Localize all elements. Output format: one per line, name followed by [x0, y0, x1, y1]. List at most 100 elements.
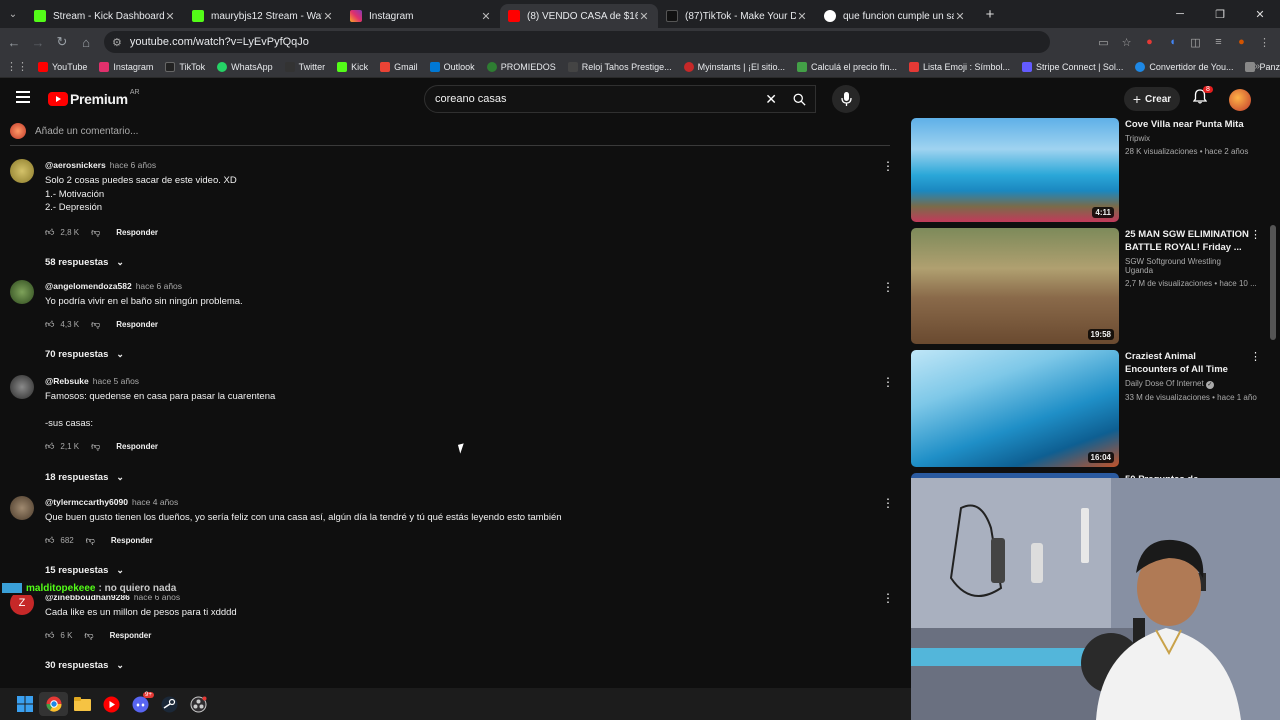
profile-icon[interactable]: ● [1230, 36, 1253, 48]
forward-icon[interactable]: → [26, 35, 50, 50]
bookmark-youtube[interactable]: YouTube [38, 61, 87, 72]
extension-blue-icon[interactable]: ◖ [1161, 36, 1184, 48]
bookmark-promiedos[interactable]: PROMIEDOS [486, 61, 556, 72]
comment-time[interactable]: hace 6 años [136, 281, 182, 291]
like-icon[interactable]: 👍︎ [45, 227, 54, 238]
reply-button[interactable]: Responder [116, 228, 158, 237]
obs-icon[interactable] [184, 692, 213, 716]
cast-icon[interactable]: ▭ [1092, 36, 1115, 49]
bookmark-myinstants[interactable]: Myinstants | ¡El sitio... [683, 61, 785, 72]
video-thumbnail[interactable]: 4:11 [911, 118, 1119, 222]
tab-kick-stream[interactable]: maurybjs12 Stream - Watch Liv✕ [184, 4, 342, 28]
video-title[interactable]: Cove Villa near Punta Mita [1125, 118, 1250, 131]
video-channel[interactable]: SGW Softground Wrestling Uganda [1125, 257, 1250, 275]
close-tab-icon[interactable]: ✕ [954, 10, 966, 23]
clear-search-icon[interactable]: ✕ [765, 91, 777, 108]
like-icon[interactable]: 👍︎ [45, 319, 54, 330]
bookmark-panzoid[interactable]: Panzoid [1245, 61, 1280, 72]
close-tab-icon[interactable]: ✕ [796, 10, 808, 23]
close-window-icon[interactable]: ✕ [1240, 8, 1280, 21]
add-comment-row[interactable]: Añade un comentario... [10, 123, 890, 146]
home-icon[interactable]: ⌂ [74, 35, 98, 50]
tab-kick-dashboard[interactable]: Stream - Kick Dashboard ✕ [26, 4, 184, 28]
minimize-icon[interactable]: ─ [1160, 8, 1200, 20]
windows-start-icon[interactable] [10, 692, 39, 716]
account-avatar[interactable] [1229, 89, 1251, 111]
address-bar[interactable]: ⚙ youtube.com/watch?v=LyEvPyfQqJo [104, 31, 1050, 53]
dislike-icon[interactable]: 👎︎ [91, 319, 100, 330]
comment-time[interactable]: hace 6 años [110, 160, 156, 170]
bookmark-reloj[interactable]: Reloj Tahos Prestige... [567, 61, 672, 72]
comment-time[interactable]: hace 4 años [132, 497, 178, 507]
dislike-icon[interactable]: 👎︎ [91, 227, 100, 238]
comment-menu-icon[interactable]: ⋮ [882, 496, 894, 510]
reply-button[interactable]: Responder [111, 536, 153, 545]
tab-instagram[interactable]: Instagram ✕ [342, 4, 500, 28]
restore-icon[interactable]: ❐ [1200, 8, 1240, 21]
reply-button[interactable]: Responder [110, 631, 152, 640]
comment-author[interactable]: @aerosnickers [45, 160, 106, 170]
bookmark-instagram[interactable]: Instagram [99, 61, 153, 72]
search-input[interactable]: coreano casas [435, 93, 507, 105]
chrome-taskbar-icon[interactable] [39, 692, 68, 716]
extension-red-icon[interactable]: ● [1138, 36, 1161, 48]
video-menu-icon[interactable]: ⋮ [1250, 228, 1261, 241]
dislike-icon[interactable]: 👎︎ [86, 535, 95, 546]
dislike-icon[interactable]: 👎︎ [84, 630, 93, 641]
bookmarks-overflow-icon[interactable]: » [1254, 61, 1260, 72]
like-icon[interactable]: 👍︎ [45, 441, 54, 452]
media-controls-icon[interactable]: ≡ [1207, 36, 1230, 48]
bookmark-stripe[interactable]: Stripe Connect | Sol... [1022, 61, 1123, 72]
comment-author[interactable]: @angelomendoza582 [45, 281, 132, 291]
chrome-menu-icon[interactable]: ⋮ [1253, 36, 1276, 49]
comment-menu-icon[interactable]: ⋮ [882, 280, 894, 294]
commenter-avatar[interactable] [10, 280, 34, 304]
scrollbar[interactable] [1270, 225, 1276, 340]
reply-button[interactable]: Responder [116, 442, 158, 451]
comment-menu-icon[interactable]: ⋮ [882, 159, 894, 173]
bookmark-calcula[interactable]: Calculá el precio fin... [796, 61, 897, 72]
tab-search-icon[interactable]: ⌄ [0, 0, 26, 28]
video-title[interactable]: 25 MAN SGW ELIMINATION BATTLE ROYAL! Fri… [1125, 228, 1250, 254]
steam-icon[interactable] [155, 692, 184, 716]
close-tab-icon[interactable]: ✕ [480, 10, 492, 23]
youtube-taskbar-icon[interactable] [97, 692, 126, 716]
search-button[interactable] [783, 86, 815, 112]
search-box[interactable]: coreano casas ✕ [424, 85, 816, 113]
site-info-icon[interactable]: ⚙ [112, 36, 122, 49]
tab-tiktok[interactable]: (87)TikTok - Make Your Day ✕ [658, 4, 816, 28]
video-channel[interactable]: Tripwix [1125, 134, 1250, 143]
apps-grid-icon[interactable]: ⋮⋮ [6, 60, 28, 73]
add-comment-input[interactable]: Añade un comentario... [35, 126, 138, 137]
video-menu-icon[interactable]: ⋮ [1250, 350, 1261, 363]
view-replies-button[interactable]: 58 respuestas ⌄ [45, 257, 845, 268]
comment-author[interactable]: @Rebsuke [45, 376, 89, 386]
close-tab-icon[interactable]: ✕ [638, 10, 650, 23]
voice-search-button[interactable] [832, 85, 860, 113]
new-tab-button[interactable]: + [978, 6, 1002, 23]
video-title[interactable]: Craziest Animal Encounters of All Time [1125, 350, 1250, 376]
commenter-avatar[interactable] [10, 159, 34, 183]
comment-menu-icon[interactable]: ⋮ [882, 591, 894, 605]
bookmark-gmail[interactable]: Gmail [380, 61, 418, 72]
bookmark-twitter[interactable]: Twitter [284, 61, 325, 72]
dislike-icon[interactable]: 👎︎ [91, 441, 100, 452]
back-icon[interactable]: ← [2, 35, 26, 50]
like-icon[interactable]: 👍︎ [45, 535, 54, 546]
video-channel[interactable]: Daily Dose Of Internet [1125, 379, 1204, 388]
close-tab-icon[interactable]: ✕ [322, 10, 334, 23]
discord-icon[interactable]: 9+ [126, 692, 155, 716]
tab-youtube-active[interactable]: (8) VENDO CASA de $160 MILL✕ [500, 4, 658, 28]
reply-button[interactable]: Responder [116, 320, 158, 329]
file-explorer-icon[interactable] [68, 692, 97, 716]
notifications-button[interactable]: 8 [1192, 86, 1213, 107]
comment-menu-icon[interactable]: ⋮ [882, 375, 894, 389]
commenter-avatar[interactable] [10, 375, 34, 399]
comment-author[interactable]: @tylermccarthy6090 [45, 497, 128, 507]
bookmark-star-icon[interactable]: ☆ [1115, 36, 1138, 49]
youtube-premium-logo[interactable]: Premium AR [48, 89, 140, 107]
menu-icon[interactable] [16, 91, 30, 103]
view-replies-button[interactable]: 15 respuestas ⌄ [45, 565, 845, 576]
view-replies-button[interactable]: 18 respuestas ⌄ [45, 472, 845, 483]
bookmark-outlook[interactable]: Outlook [429, 61, 475, 72]
